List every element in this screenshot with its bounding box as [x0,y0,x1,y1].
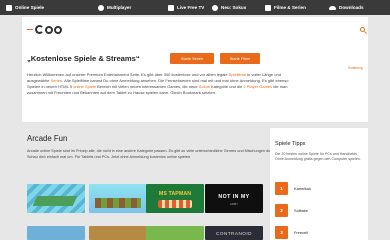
sidebar-game-tips: Spiele Tipps Die 20 besten online Spiele… [270,128,368,240]
star-icon [212,4,218,11]
logo-o [54,25,62,34]
arcade-description: Arcade online Spiele sind im Prinzip all… [27,149,278,159]
site-logo[interactable] [27,25,62,34]
tip-rank: 3 [275,225,288,239]
game-title: MS TAPMAN [158,191,192,197]
logo-dash [27,28,33,31]
sidebar-title: Spiele Tipps [275,141,306,147]
game-thumbnail-contranoid[interactable]: CONTRANOID [205,226,263,240]
start-series-button[interactable]: Starte Serien [170,53,214,64]
tip-item[interactable]: 1 Kamnikuk [275,180,363,196]
intro-text: Herzlich Willkommen auf unserer Premium … [27,72,293,96]
gamepad-icon [6,4,12,11]
nav-item-multiplayer[interactable]: Multiplayer [98,0,131,15]
intro-link[interactable]: Spielfilme [229,72,246,77]
nav-label: Live Free TV [177,5,205,10]
nav-label: Downloads [339,5,364,10]
film-icon [265,4,271,11]
tip-name: Kamnikuk [294,185,312,191]
game-thumbnail[interactable] [27,226,85,240]
arcade-section-title: Arcade Fun [27,134,68,143]
logo-c [35,25,44,34]
search-icon[interactable] [360,27,365,32]
game-thumbnail[interactable] [27,184,85,213]
intro-segment: Herzlich Willkommen auf unserer Premium … [27,72,229,77]
nav-label: Multiplayer [107,5,132,10]
tip-item[interactable]: 3 Freecell [275,224,363,240]
intro-link[interactable]: 2 Player Games [243,84,272,89]
nav-item-downloads[interactable]: Downloads [329,0,364,15]
start-movies-button[interactable]: Starte Filme [220,53,260,64]
game-thumbnail-not-in-my-army[interactable]: NOT IN MY ARMY [205,184,263,213]
game-thumbnail-ms-tapman[interactable]: MS TAPMAN [146,184,204,213]
cloud-icon [329,5,336,10]
game-art [158,200,192,208]
nav-label: Online Spiele [15,5,45,10]
tv-icon [168,4,174,11]
nav-label: Filme & Serien [274,5,306,10]
intro-segment: Bereich mit vielen neuen interessanten G… [96,84,199,90]
sort-label[interactable]: Sortierung [348,66,363,70]
top-navigation: Online Spiele Multiplayer Live Free TV N… [0,0,390,15]
hero-card: „Kostenlose Spiele & Streams“ Starte Ser… [22,17,368,122]
nav-item-online-spiele[interactable]: Online Spiele [6,0,44,15]
nav-item-sokus[interactable]: Neu: Sokus [212,0,246,15]
users-icon [98,4,104,11]
game-subtitle: ARMY [229,202,239,206]
nav-item-live-tv[interactable]: Live Free TV [168,0,204,15]
nav-label: Neu: Sokus [221,5,247,10]
nav-item-filme-serien[interactable]: Filme & Serien [265,0,306,15]
game-title: CONTRANOID [216,231,252,236]
game-title: NOT IN MY [218,194,250,200]
tip-name: Freecell [294,229,308,235]
game-thumbnail[interactable] [89,184,147,213]
game-thumbnail[interactable] [146,226,204,240]
logo-o [45,25,53,34]
tip-name: Solitaire [294,207,309,213]
intro-link[interactable]: Sokus [199,84,210,89]
tip-item[interactable]: 2 Solitaire [275,202,363,218]
intro-link[interactable]: Serien [51,78,63,83]
tip-rank: 2 [275,203,288,217]
intro-segment: Kategorie und die [209,84,244,90]
game-thumbnail[interactable] [89,226,147,240]
page-title: „Kostenlose Spiele & Streams“ [27,54,140,63]
tip-rank: 1 [275,181,288,195]
intro-link[interactable]: online Spiele [73,84,96,89]
sidebar-description: Die 20 besten online Spiele für PCs und … [275,152,361,161]
